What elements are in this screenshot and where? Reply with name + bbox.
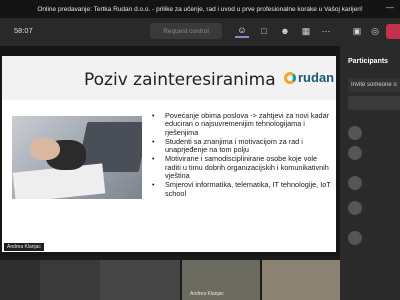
more-icon[interactable]: ⋯ (319, 24, 333, 38)
window-title: Online predavanje: Tertka Rudan d.o.o. -… (37, 5, 363, 13)
slide-bullet: Smjerovi informatika, telematika, IT teh… (152, 181, 332, 198)
video-tile-label: Andrea Klanjac (190, 291, 224, 297)
rudan-logo: rudan (284, 70, 334, 85)
minimize-icon[interactable]: — (386, 3, 394, 12)
video-tile[interactable] (100, 260, 180, 300)
slide-bullet-list: Povećanje obima poslova -> zahtjevi za n… (152, 111, 332, 199)
logo-text: rudan (298, 70, 335, 85)
mic-icon[interactable]: ◎ (368, 24, 382, 38)
request-control-button[interactable]: Request control (150, 23, 222, 39)
shared-screen-stage: Poziv zainteresiranima rudan Povećanje o… (0, 46, 340, 256)
meeting-timer: 58:07 (14, 26, 33, 35)
video-tile[interactable] (262, 260, 340, 300)
slide-title: Poziv zainteresiranima (84, 70, 276, 90)
hand-illustration (30, 138, 60, 160)
people-icon[interactable]: ☺ (235, 24, 249, 38)
video-tile[interactable] (40, 260, 100, 300)
participants-title: Participants (348, 58, 389, 65)
rooms-icon[interactable]: ▦ (299, 24, 313, 38)
slide-header: Poziv zainteresiranima rudan (2, 56, 336, 100)
presenter-name-tag: Andrea Klanjac (4, 243, 44, 251)
share-invite-button[interactable] (348, 96, 400, 110)
presentation-slide: Poziv zainteresiranima rudan Povećanje o… (2, 56, 336, 252)
participant-avatar[interactable] (348, 176, 362, 190)
camera-icon[interactable]: ▣ (350, 24, 364, 38)
hang-up-button[interactable] (386, 24, 400, 39)
slide-bullet: Motivirane i samodisciplinirane osobe ko… (152, 155, 332, 180)
participant-avatar[interactable] (348, 201, 362, 215)
slide-bullet: Povećanje obima poslova -> zahtjevi za n… (152, 111, 332, 137)
meeting-toolbar: 58:07 Request control ☺ □ ☻ ▦ ⋯ ▣ ◎ (0, 18, 400, 46)
video-tile[interactable] (0, 260, 40, 300)
slide-photo (12, 116, 142, 199)
participant-avatar[interactable] (348, 146, 362, 160)
logo-mark-icon (284, 71, 296, 84)
chat-icon[interactable]: □ (257, 24, 271, 38)
participant-avatar[interactable] (348, 126, 362, 140)
video-gallery (0, 256, 340, 300)
window-title-bar: Online predavanje: Tertka Rudan d.o.o. -… (0, 0, 400, 18)
reactions-icon[interactable]: ☻ (278, 24, 292, 38)
slide-bullet: Studenti sa znanjima i motivacijom za ra… (152, 137, 332, 155)
participant-avatar[interactable] (348, 231, 362, 245)
participants-panel: Participants Invite someone o (340, 46, 400, 300)
invite-input[interactable]: Invite someone o (348, 78, 400, 92)
